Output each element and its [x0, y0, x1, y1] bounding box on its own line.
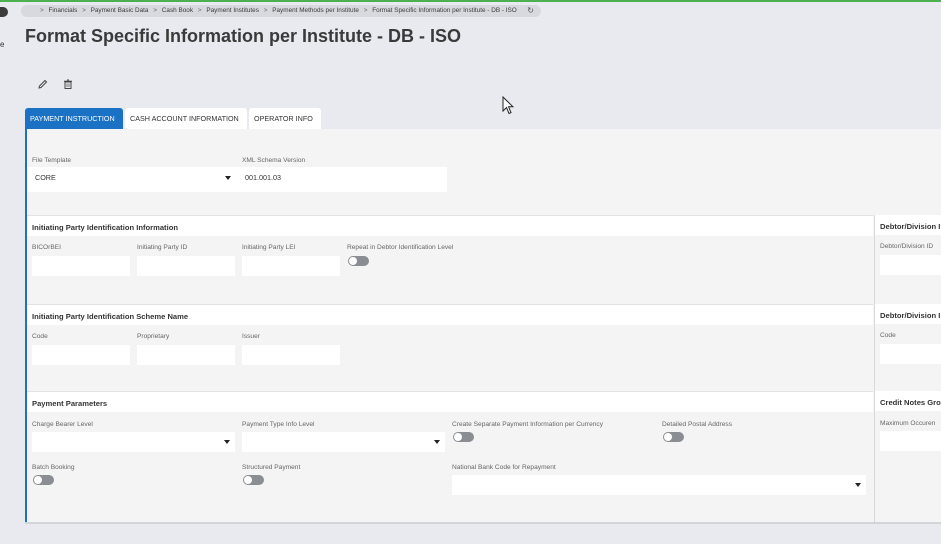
breadcrumb: > Financials > Payment Basic Data > Cash…	[21, 5, 541, 17]
tab-cash-account-information[interactable]: CASH ACCOUNT INFORMATION	[125, 108, 247, 129]
top-accent-line	[0, 0, 941, 2]
structured-payment-label: Structured Payment	[242, 464, 301, 471]
national-bank-select[interactable]	[452, 475, 866, 495]
file-template-value: CORE	[35, 173, 56, 182]
national-bank-label: National Bank Code for Repayment	[452, 464, 556, 471]
credit-notes-section: Credit Notes Gro Maximum Occuren	[874, 391, 941, 524]
breadcrumb-item[interactable]: Cash Book	[162, 7, 193, 14]
section-header: Payment Parameters	[27, 392, 873, 412]
debtor-division-section: Debtor/Division I Debtor/Division ID	[874, 215, 941, 304]
code-input[interactable]	[32, 345, 130, 365]
code-label: Code	[32, 333, 48, 340]
chevron-down-icon	[855, 483, 861, 487]
scheme-name-section: Initiating Party Identification Scheme N…	[27, 304, 873, 391]
panel-bottom-border	[25, 522, 941, 524]
general-section: File Template CORE XML Schema Version 00…	[27, 129, 941, 215]
pencil-icon[interactable]	[37, 79, 49, 91]
nav-toggle[interactable]	[0, 7, 8, 17]
debtor-code-label: Code	[880, 332, 896, 339]
tab-payment-instruction[interactable]: PAYMENT INSTRUCTION	[25, 108, 123, 129]
nav-letter: e	[0, 40, 5, 49]
breadcrumb-item[interactable]: Payment Basic Data	[91, 7, 149, 14]
section-title: Debtor/Division I	[880, 222, 941, 231]
breadcrumb-item[interactable]: Payment Methods per Institute	[272, 7, 359, 14]
issuer-label: Issuer	[242, 333, 260, 340]
payment-parameters-section: Payment Parameters Charge Bearer Level P…	[27, 391, 873, 524]
max-occurrence-label: Maximum Occuren	[880, 420, 936, 427]
section-header: Credit Notes Gro	[875, 391, 941, 411]
breadcrumb-current: Format Specific Information per Institut…	[372, 7, 517, 14]
section-header: Initiating Party Identification Scheme N…	[27, 305, 873, 325]
chevron-down-icon	[225, 176, 231, 180]
chevron-down-icon	[434, 440, 440, 444]
chevron-down-icon	[224, 440, 230, 444]
separate-payment-toggle[interactable]	[453, 432, 474, 442]
payment-type-label: Payment Type Info Level	[242, 421, 315, 428]
breadcrumb-item[interactable]: Financials	[49, 7, 78, 14]
refresh-icon[interactable]: ↻	[527, 5, 534, 17]
section-header: Debtor/Division I	[875, 304, 941, 324]
detailed-postal-label: Detailed Postal Address	[662, 421, 733, 428]
tab-bar: PAYMENT INSTRUCTION CASH ACCOUNT INFORMA…	[25, 108, 323, 129]
section-title: Payment Parameters	[32, 399, 108, 408]
separate-payment-label: Create Separate Payment Information per …	[452, 421, 603, 428]
mouse-cursor-icon	[502, 95, 515, 120]
repeat-debtor-toggle[interactable]	[348, 256, 369, 266]
breadcrumb-separator-icon: >	[82, 7, 86, 14]
breadcrumb-item[interactable]: Payment Institutes	[206, 7, 259, 14]
repeat-debtor-label: Repeat in Debtor Identification Level	[347, 244, 454, 251]
breadcrumb-separator-icon: >	[40, 7, 44, 14]
proprietary-label: Proprietary	[137, 333, 170, 340]
bic-input[interactable]	[32, 256, 130, 276]
breadcrumb-separator-icon: >	[153, 7, 158, 14]
payment-instruction-panel: File Template CORE XML Schema Version 00…	[25, 129, 941, 524]
max-occurrence-input[interactable]	[880, 431, 941, 451]
structured-payment-toggle[interactable]	[243, 475, 264, 485]
section-title: Credit Notes Gro	[880, 398, 941, 407]
section-title: Initiating Party Identification Informat…	[32, 223, 178, 232]
proprietary-input[interactable]	[137, 345, 235, 365]
section-title: Debtor/Division I	[880, 311, 941, 320]
xml-schema-input[interactable]: 001.001.03	[242, 168, 447, 188]
issuer-input[interactable]	[242, 345, 340, 365]
xml-schema-value: 001.001.03	[245, 173, 281, 182]
initiating-party-id-input[interactable]	[137, 256, 235, 276]
section-header: Initiating Party Identification Informat…	[27, 216, 873, 236]
breadcrumb-separator-icon: >	[263, 7, 268, 14]
initiating-party-id-label: Initiating Party ID	[137, 244, 188, 251]
breadcrumb-separator-icon: >	[197, 7, 202, 14]
initiating-party-section: Initiating Party Identification Informat…	[27, 215, 873, 304]
xml-schema-label: XML Schema Version	[242, 157, 306, 164]
debtor-id-label: Debtor/Division ID	[880, 243, 934, 250]
section-title: Initiating Party Identification Scheme N…	[32, 312, 189, 321]
debtor-id-input[interactable]	[880, 255, 941, 275]
bic-label: BICOrBEI	[32, 244, 61, 251]
page-title: Format Specific Information per Institut…	[25, 26, 462, 46]
initiating-party-lei-input[interactable]	[242, 256, 340, 276]
batch-booking-toggle[interactable]	[33, 475, 54, 485]
batch-booking-label: Batch Booking	[32, 464, 75, 471]
initiating-party-lei-label: Initiating Party LEI	[242, 244, 296, 251]
trash-icon[interactable]	[62, 79, 74, 91]
debtor-code-input[interactable]	[880, 344, 941, 364]
charge-bearer-label: Charge Bearer Level	[32, 421, 93, 428]
section-header: Debtor/Division I	[875, 215, 941, 235]
tab-operator-info[interactable]: OPERATOR INFO	[249, 108, 321, 129]
file-template-label: File Template	[32, 157, 72, 164]
file-template-select[interactable]: CORE	[32, 168, 236, 188]
detailed-postal-toggle[interactable]	[663, 432, 684, 442]
charge-bearer-select[interactable]	[32, 432, 235, 452]
payment-type-select[interactable]	[242, 432, 445, 452]
left-nav-edge: e	[0, 0, 8, 544]
breadcrumb-separator-icon: >	[363, 7, 368, 14]
debtor-division-scheme-section: Debtor/Division I Code	[874, 304, 941, 391]
